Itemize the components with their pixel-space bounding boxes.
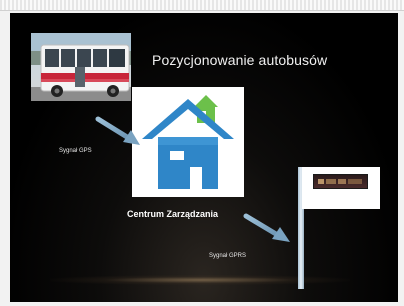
gps-arrow <box>95 116 140 145</box>
gprs-arrow <box>243 213 290 242</box>
slide-frame: Pozycjonowanie autobusów Centrum Zarządz… <box>0 0 404 306</box>
frame-top-border <box>0 0 404 11</box>
slide-canvas: Pozycjonowanie autobusów Centrum Zarządz… <box>10 13 398 302</box>
signal-arrows <box>95 116 290 242</box>
